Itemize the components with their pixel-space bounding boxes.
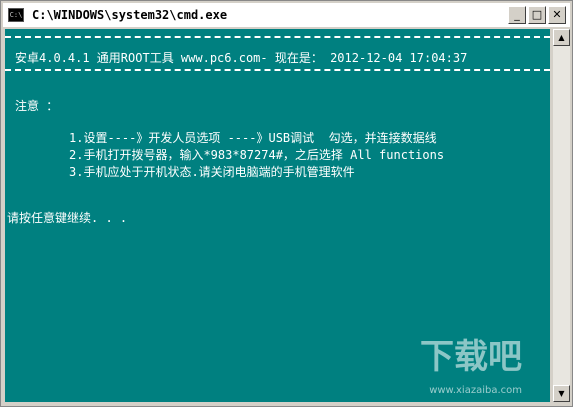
cmd-window: C:\ C:\WINDOWS\system32\cmd.exe _ □ ✕ 安卓…	[0, 0, 573, 407]
top-divider	[5, 36, 550, 38]
maximize-button[interactable]: □	[528, 6, 546, 24]
window-controls: _ □ ✕	[508, 6, 566, 24]
scroll-up-icon[interactable]: ▲	[553, 29, 570, 46]
continue-prompt: 请按任意键继续. . .	[7, 211, 128, 225]
watermark-url: www.xiazaiba.com	[429, 385, 522, 396]
console-header: 安卓4.0.4.1 通用ROOT工具 www.pc6.com- 现在是： 201…	[15, 51, 468, 65]
bottom-divider	[5, 69, 550, 71]
notice-label: 注意 ：	[15, 99, 59, 113]
title-bar[interactable]: C:\ C:\WINDOWS\system32\cmd.exe _ □ ✕	[3, 3, 570, 27]
window-title: C:\WINDOWS\system32\cmd.exe	[32, 8, 228, 22]
close-button[interactable]: ✕	[548, 6, 566, 24]
scroll-down-icon[interactable]: ▼	[553, 385, 570, 402]
step-3: 3.手机应处于开机状态.请关闭电脑端的手机管理软件	[69, 165, 355, 179]
minimize-button[interactable]: _	[508, 6, 526, 24]
console-output[interactable]: 安卓4.0.4.1 通用ROOT工具 www.pc6.com- 现在是： 201…	[5, 29, 550, 402]
watermark-logo: 下载吧	[420, 337, 522, 377]
step-1: 1.设置----》开发人员选项 ----》USB调试 勾选，并连接数据线	[69, 131, 437, 145]
cmd-app-icon[interactable]: C:\	[8, 8, 24, 22]
step-2: 2.手机打开拨号器，输入*983*87274#，之后选择 All functio…	[69, 148, 445, 162]
vertical-scrollbar[interactable]: ▲ ▼	[553, 29, 570, 402]
